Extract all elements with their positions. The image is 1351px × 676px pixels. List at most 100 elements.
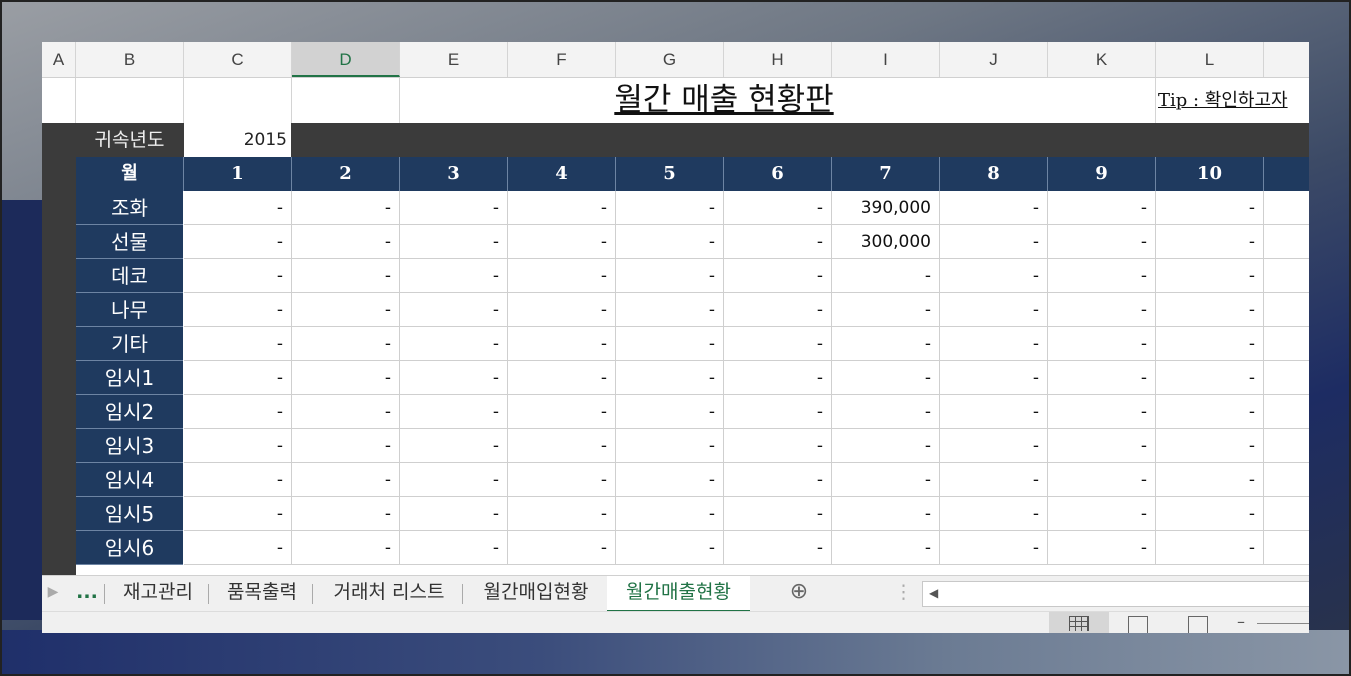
column-header-i[interactable]: I — [832, 42, 940, 77]
value-cell[interactable] — [1264, 293, 1309, 327]
value-cell[interactable]: - — [1156, 293, 1264, 327]
column-header-e[interactable]: E — [400, 42, 508, 77]
value-cell[interactable]: - — [1048, 361, 1156, 395]
value-cell[interactable]: - — [940, 327, 1048, 361]
value-cell[interactable]: - — [1156, 361, 1264, 395]
tab-vendor-list[interactable]: 거래처 리스트 — [316, 576, 462, 610]
value-cell[interactable]: - — [616, 327, 724, 361]
column-header-j[interactable]: J — [940, 42, 1048, 77]
scroll-left-icon[interactable]: ▶ — [46, 576, 60, 610]
value-cell[interactable]: - — [724, 225, 832, 259]
value-cell[interactable]: - — [616, 225, 724, 259]
row-label[interactable]: 임시6 — [76, 531, 183, 565]
value-cell[interactable]: - — [1156, 497, 1264, 531]
value-cell[interactable]: - — [1156, 225, 1264, 259]
value-cell[interactable] — [1264, 259, 1309, 293]
more-sheets-button[interactable]: ... — [72, 576, 102, 610]
value-cell[interactable]: - — [508, 497, 616, 531]
value-cell[interactable]: - — [400, 361, 508, 395]
value-cell[interactable]: - — [508, 293, 616, 327]
month-header-4[interactable]: 4 — [508, 157, 616, 191]
value-cell[interactable]: - — [724, 191, 832, 225]
value-cell[interactable]: - — [1156, 531, 1264, 565]
value-cell[interactable]: - — [400, 293, 508, 327]
column-header-l[interactable]: L — [1156, 42, 1264, 77]
value-cell[interactable]: - — [292, 225, 400, 259]
value-cell[interactable]: - — [292, 293, 400, 327]
value-cell[interactable]: - — [292, 191, 400, 225]
value-cell[interactable] — [1264, 225, 1309, 259]
month-header-3[interactable]: 3 — [400, 157, 508, 191]
value-cell[interactable]: - — [940, 463, 1048, 497]
value-cell[interactable]: - — [400, 191, 508, 225]
value-cell[interactable] — [1264, 463, 1309, 497]
scroll-left-arrow-icon[interactable]: ◀ — [929, 586, 938, 600]
value-cell[interactable]: - — [400, 497, 508, 531]
value-cell[interactable]: - — [724, 327, 832, 361]
page-break-icon[interactable] — [1188, 616, 1208, 633]
value-cell[interactable]: - — [1048, 191, 1156, 225]
value-cell[interactable]: - — [724, 463, 832, 497]
tab-monthly-purchase[interactable]: 월간매입현황 — [466, 576, 606, 610]
value-cell[interactable]: - — [940, 497, 1048, 531]
value-cell[interactable]: - — [292, 361, 400, 395]
value-cell[interactable]: - — [184, 259, 292, 293]
tab-item-print[interactable]: 품목출력 — [212, 576, 312, 610]
column-header-g[interactable]: G — [616, 42, 724, 77]
value-cell[interactable]: - — [940, 259, 1048, 293]
value-cell[interactable]: - — [616, 361, 724, 395]
row-label[interactable]: 임시3 — [76, 429, 183, 463]
month-header-2[interactable]: 2 — [292, 157, 400, 191]
value-cell[interactable]: - — [940, 395, 1048, 429]
column-header-k[interactable]: K — [1048, 42, 1156, 77]
zoom-out-icon[interactable]: – — [1237, 612, 1245, 631]
add-sheet-icon[interactable]: ⊕ — [786, 576, 812, 610]
value-cell[interactable]: - — [832, 497, 940, 531]
value-cell[interactable]: - — [184, 293, 292, 327]
value-cell[interactable] — [1264, 361, 1309, 395]
value-cell[interactable]: - — [616, 463, 724, 497]
value-cell[interactable]: - — [508, 429, 616, 463]
value-cell[interactable]: - — [1048, 429, 1156, 463]
value-cell[interactable]: - — [940, 293, 1048, 327]
cell[interactable] — [42, 78, 76, 123]
value-cell[interactable]: - — [832, 327, 940, 361]
value-cell[interactable]: - — [724, 293, 832, 327]
value-cell[interactable]: - — [400, 327, 508, 361]
value-cell[interactable]: - — [724, 259, 832, 293]
sheet-title[interactable]: 월간 매출 현황판 — [400, 78, 1048, 123]
value-cell[interactable]: - — [832, 531, 940, 565]
value-cell[interactable]: - — [1048, 225, 1156, 259]
value-cell[interactable]: - — [1048, 531, 1156, 565]
column-header-b[interactable]: B — [76, 42, 184, 77]
value-cell[interactable]: - — [292, 327, 400, 361]
value-cell[interactable] — [1264, 531, 1309, 565]
value-cell[interactable]: - — [400, 259, 508, 293]
value-cell[interactable]: - — [832, 395, 940, 429]
value-cell[interactable]: - — [400, 395, 508, 429]
row-label[interactable]: 조화 — [76, 191, 183, 225]
value-cell[interactable]: - — [832, 463, 940, 497]
value-cell[interactable]: - — [292, 497, 400, 531]
tab-monthly-sales[interactable]: 월간매출현황 — [607, 576, 750, 612]
value-cell[interactable]: - — [292, 463, 400, 497]
value-cell[interactable]: - — [184, 531, 292, 565]
value-cell[interactable]: - — [508, 327, 616, 361]
value-cell[interactable]: - — [1048, 497, 1156, 531]
value-cell[interactable] — [1264, 327, 1309, 361]
value-cell[interactable]: - — [400, 429, 508, 463]
page-layout-icon[interactable] — [1128, 616, 1148, 633]
value-cell[interactable]: - — [616, 429, 724, 463]
value-cell[interactable]: 300,000 — [832, 225, 940, 259]
value-cell[interactable]: - — [400, 225, 508, 259]
value-cell[interactable]: - — [184, 395, 292, 429]
row-label[interactable]: 임시5 — [76, 497, 183, 531]
value-cell[interactable]: - — [616, 259, 724, 293]
value-cell[interactable]: - — [1048, 259, 1156, 293]
value-cell[interactable]: - — [1156, 259, 1264, 293]
value-cell[interactable]: - — [616, 531, 724, 565]
value-cell[interactable]: - — [940, 531, 1048, 565]
month-header-5[interactable]: 5 — [616, 157, 724, 191]
value-cell[interactable]: - — [1156, 395, 1264, 429]
month-header-1[interactable]: 1 — [184, 157, 292, 191]
